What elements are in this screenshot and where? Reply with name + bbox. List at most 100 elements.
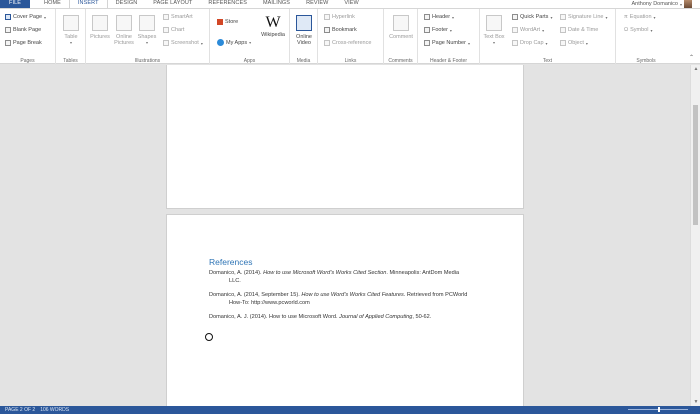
chevron-down-icon: ▾ bbox=[452, 14, 455, 20]
footer-button[interactable]: Footer ▾ bbox=[424, 27, 452, 33]
tab-view[interactable]: VIEW bbox=[336, 0, 366, 8]
group-pages: Cover Page ▾ Blank Page Page Break Pages bbox=[0, 9, 56, 65]
screenshot-button[interactable]: Screenshot ▾ bbox=[163, 40, 203, 46]
status-bar: PAGE 2 OF 2 106 WORDS bbox=[0, 406, 700, 414]
group-label-symbols: Symbols bbox=[636, 58, 656, 64]
vertical-scrollbar[interactable]: ▲ ▼ bbox=[690, 65, 700, 406]
chevron-down-icon: ▾ bbox=[550, 14, 553, 20]
smartart-button[interactable]: SmartArt bbox=[163, 14, 193, 20]
equation-button[interactable]: π Equation ▾ bbox=[624, 14, 656, 20]
tab-file[interactable]: FILE bbox=[0, 0, 31, 8]
reference-entry-2[interactable]: Domanico, A. (2014, September 15). How t… bbox=[209, 291, 484, 307]
chevron-down-icon: ▾ bbox=[650, 27, 653, 33]
tab-design[interactable]: DESIGN bbox=[108, 0, 146, 8]
signature-line-button[interactable]: Signature Line ▾ bbox=[560, 14, 608, 20]
word-count[interactable]: 106 WORDS bbox=[40, 407, 69, 413]
comment-button[interactable]: Comment bbox=[387, 12, 415, 40]
chevron-down-icon: ▾ bbox=[585, 40, 588, 46]
table-icon bbox=[63, 15, 79, 31]
group-label-text: Text bbox=[542, 58, 553, 64]
screenshot-icon bbox=[163, 40, 169, 46]
wikipedia-button[interactable]: W Wikipedia bbox=[259, 12, 287, 38]
group-tables: Table ▾ Tables bbox=[56, 9, 86, 65]
group-text: Text Box ▾ Quick Parts ▾ WordArt ▾ Drop Cap… bbox=[480, 9, 616, 65]
chevron-down-icon: ▾ bbox=[679, 1, 682, 7]
page-number-button[interactable]: Page Number ▾ bbox=[424, 40, 470, 46]
shapes-icon bbox=[139, 15, 155, 31]
document-area[interactable]: References Domanico, A. (2014). How to u… bbox=[0, 65, 690, 406]
zoom-slider-knob[interactable] bbox=[658, 407, 660, 412]
chevron-down-icon: ▾ bbox=[545, 40, 548, 46]
group-comments: Comment Comments bbox=[384, 9, 418, 65]
scroll-down-icon[interactable]: ▼ bbox=[691, 398, 700, 406]
blank-page-button[interactable]: Blank Page bbox=[5, 27, 41, 33]
store-button[interactable]: Store bbox=[217, 19, 238, 25]
my-apps-icon bbox=[217, 39, 224, 46]
header-button[interactable]: Header ▾ bbox=[424, 14, 454, 20]
user-name: Anthony Domanico bbox=[631, 1, 678, 7]
avatar bbox=[684, 0, 692, 8]
scrollbar-thumb[interactable] bbox=[693, 105, 698, 225]
object-button[interactable]: Object ▾ bbox=[560, 40, 588, 46]
group-label-links: Links bbox=[344, 58, 357, 64]
chart-button[interactable]: Chart bbox=[163, 27, 184, 33]
quick-parts-icon bbox=[512, 14, 518, 20]
reference-entry-1[interactable]: Domanico, A. (2014). How to use Microsof… bbox=[209, 269, 484, 285]
date-time-button[interactable]: Date & Time bbox=[560, 27, 598, 33]
scroll-up-icon[interactable]: ▲ bbox=[691, 65, 700, 73]
page-2[interactable]: References Domanico, A. (2014). How to u… bbox=[166, 214, 524, 406]
user-account[interactable]: Anthony Domanico ▾ bbox=[631, 0, 692, 8]
group-symbols: π Equation ▾ Ω Symbol ▾ Symbols bbox=[616, 9, 676, 65]
cover-page-button[interactable]: Cover Page ▾ bbox=[5, 14, 46, 20]
object-icon bbox=[560, 40, 566, 46]
collapse-ribbon-icon[interactable]: ⌃ bbox=[689, 54, 694, 61]
ribbon-tab-bar: FILE HOME INSERT DESIGN PAGE LAYOUT REFE… bbox=[0, 0, 700, 8]
table-button[interactable]: Table ▾ bbox=[57, 12, 85, 46]
tab-review[interactable]: REVIEW bbox=[298, 0, 336, 8]
pictures-icon bbox=[92, 15, 108, 31]
wordart-button[interactable]: WordArt ▾ bbox=[512, 27, 544, 33]
header-icon bbox=[424, 14, 430, 20]
online-video-button[interactable]: Online Video bbox=[290, 12, 318, 46]
tab-page-layout[interactable]: PAGE LAYOUT bbox=[145, 0, 200, 8]
group-apps: Store My Apps ▾ W Wikipedia Apps bbox=[210, 9, 290, 65]
symbol-button[interactable]: Ω Symbol ▾ bbox=[624, 27, 652, 33]
chevron-down-icon: ▾ bbox=[44, 14, 47, 20]
signature-line-icon bbox=[560, 14, 566, 20]
footer-icon bbox=[424, 27, 430, 33]
group-header-footer: Header ▾ Footer ▾ Page Number ▾ Header & Fo… bbox=[418, 9, 480, 65]
date-time-icon bbox=[560, 27, 566, 33]
quick-parts-button[interactable]: Quick Parts ▾ bbox=[512, 14, 552, 20]
blank-page-icon bbox=[5, 27, 11, 33]
text-box-button[interactable]: Text Box ▾ bbox=[480, 12, 508, 46]
chevron-down-icon: ▾ bbox=[605, 14, 608, 20]
group-label-header-footer: Header & Footer bbox=[430, 58, 467, 64]
shapes-button[interactable]: Shapes ▾ bbox=[133, 12, 161, 46]
page-count[interactable]: PAGE 2 OF 2 bbox=[5, 407, 35, 413]
tab-home[interactable]: HOME bbox=[36, 0, 69, 8]
cover-page-icon bbox=[5, 14, 11, 20]
group-label-media: Media bbox=[296, 58, 311, 64]
chevron-down-icon: ▾ bbox=[200, 40, 203, 46]
hyperlink-icon bbox=[324, 14, 330, 20]
page-1[interactable] bbox=[166, 65, 524, 209]
reference-entry-3[interactable]: Domanico, A. J. (2014). How to use Micro… bbox=[209, 313, 484, 321]
my-apps-button[interactable]: My Apps ▾ bbox=[217, 39, 251, 46]
tab-references[interactable]: REFERENCES bbox=[200, 0, 255, 8]
cross-reference-button[interactable]: Cross-reference bbox=[324, 40, 371, 46]
wikipedia-icon: W bbox=[265, 14, 281, 31]
group-links: Hyperlink Bookmark Cross-reference Links bbox=[318, 9, 384, 65]
tab-mailings[interactable]: MAILINGS bbox=[255, 0, 298, 8]
wordart-icon bbox=[512, 27, 518, 33]
tab-insert[interactable]: INSERT bbox=[68, 0, 108, 8]
page-break-button[interactable]: Page Break bbox=[5, 40, 42, 46]
pi-icon: π bbox=[624, 14, 628, 20]
hyperlink-button[interactable]: Hyperlink bbox=[324, 14, 355, 20]
chevron-down-icon: ▾ bbox=[449, 27, 452, 33]
chevron-down-icon: ▾ bbox=[542, 27, 545, 33]
group-label-comments: Comments bbox=[388, 58, 413, 64]
chart-icon bbox=[163, 27, 169, 33]
drop-cap-button[interactable]: Drop Cap ▾ bbox=[512, 40, 548, 46]
bookmark-button[interactable]: Bookmark bbox=[324, 27, 357, 33]
references-heading[interactable]: References bbox=[209, 257, 252, 267]
